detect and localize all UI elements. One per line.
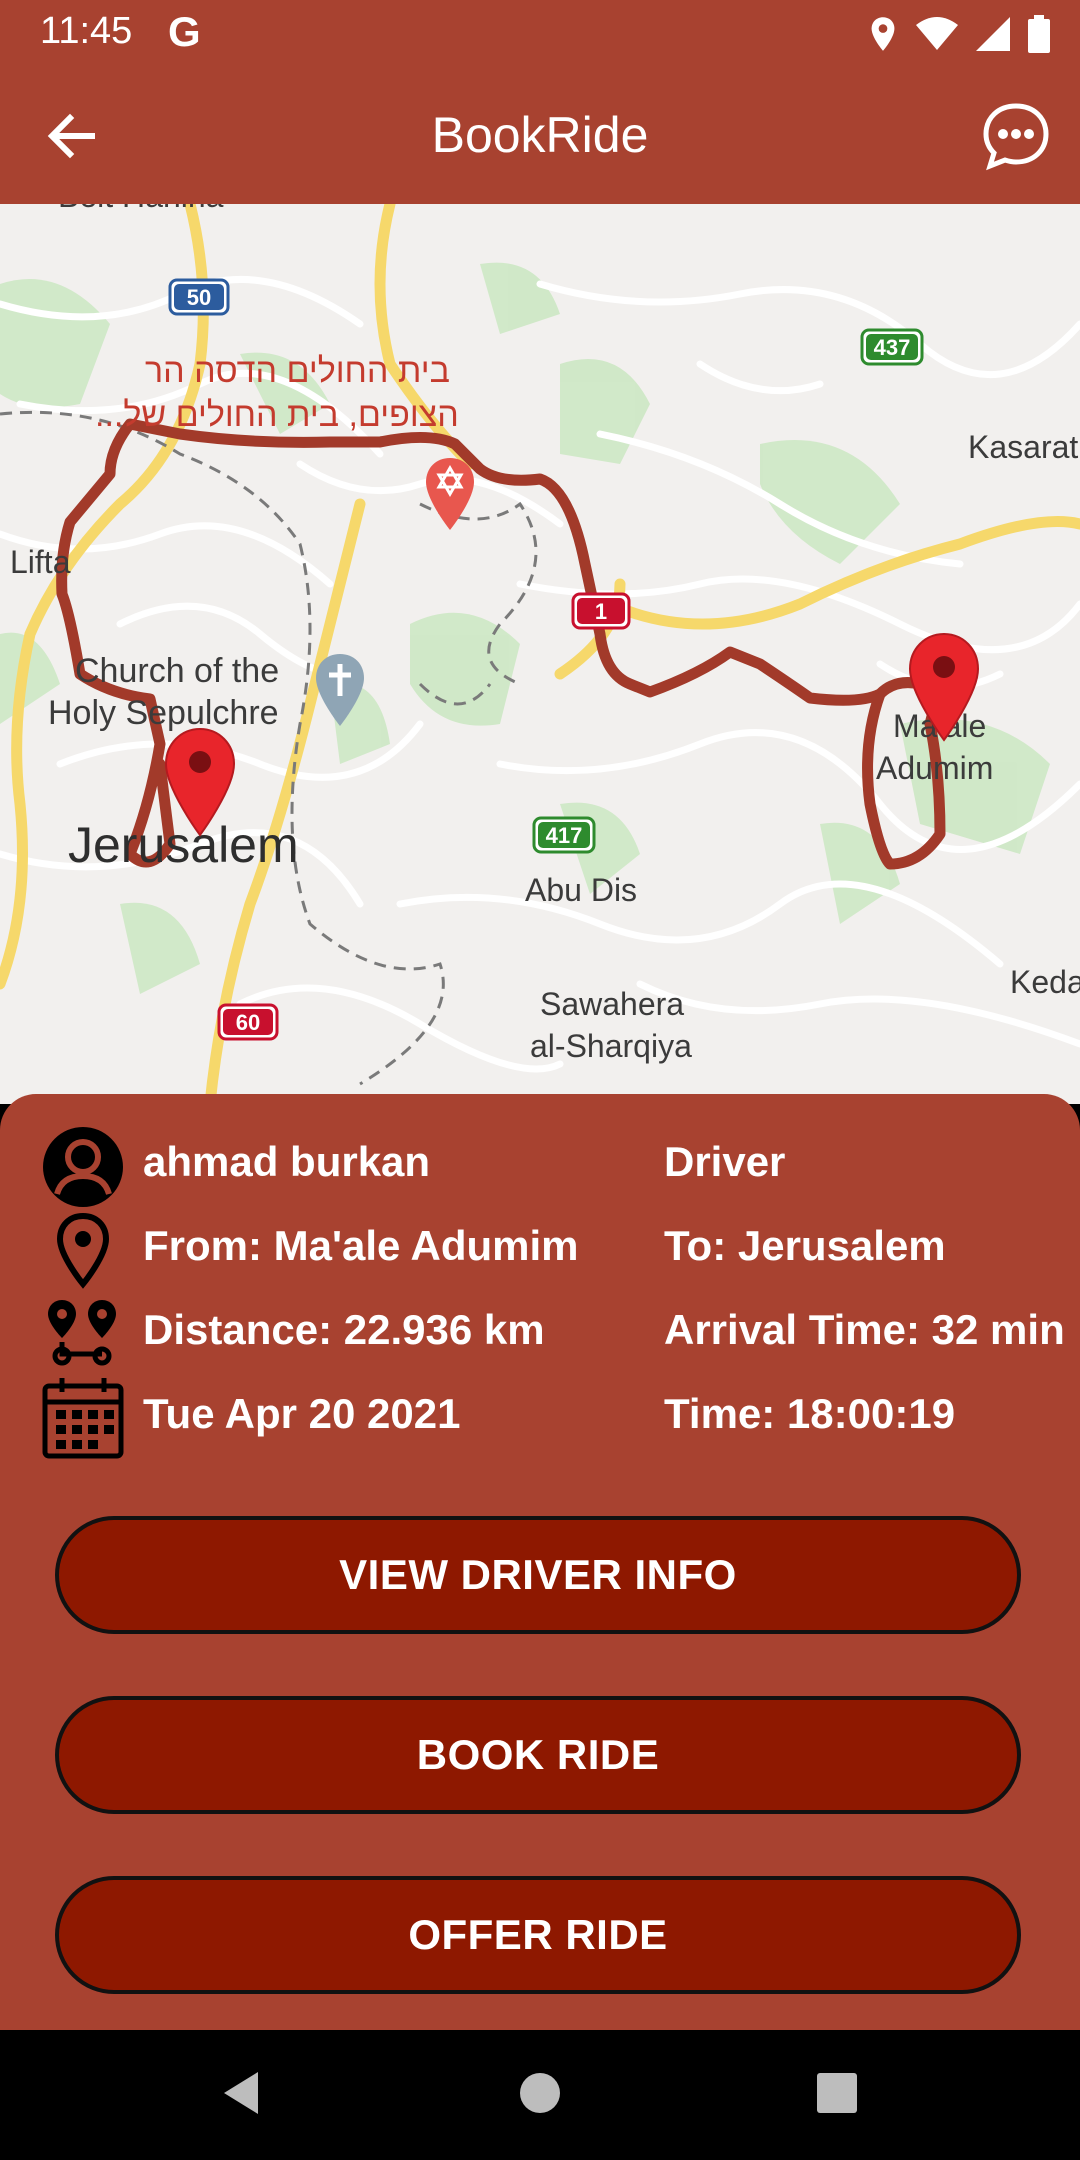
ride-info-panel: ahmad burkan Driver From: Ma'ale Adumim …: [0, 1094, 1080, 2030]
ride-date: Tue Apr 20 2021: [143, 1390, 461, 1437]
ride-time: Time: 18:00:19: [664, 1390, 956, 1437]
status-time: 11:45: [40, 10, 133, 52]
signal-icon: [976, 17, 1010, 51]
map-label-keda: Keda: [1010, 964, 1080, 1000]
hospital-poi-icon: [426, 458, 474, 530]
from-location: From: Ma'ale Adumim: [143, 1222, 579, 1269]
nav-recents-icon[interactable]: [812, 2068, 862, 2118]
calendar-icon: [42, 1378, 124, 1459]
map-label-hospital-line2: הצופים, בית החולים של...: [95, 396, 459, 434]
battery-icon: [1028, 15, 1050, 53]
system-nav-bar: [0, 2030, 1080, 2160]
route-distance-icon: [48, 1300, 116, 1366]
location-pin-icon: [56, 1212, 110, 1289]
chat-bubble-icon: [983, 103, 1049, 171]
nav-back-icon[interactable]: [216, 2068, 266, 2118]
driver-name: ahmad burkan: [143, 1138, 431, 1185]
route-shield-437: 437: [860, 328, 924, 366]
view-driver-info-button[interactable]: VIEW DRIVER INFO: [55, 1516, 1021, 1634]
user-role: Driver: [664, 1138, 786, 1185]
person-icon: [43, 1127, 123, 1207]
svg-text:437: 437: [874, 335, 911, 360]
wifi-icon: [916, 17, 958, 50]
location-icon: [871, 17, 895, 51]
map-label-lifta: Lifta: [10, 544, 71, 580]
map-label-sawahera-line1: Sawahera: [540, 986, 685, 1022]
route-shield-417: 417: [532, 816, 596, 854]
route-shield-50: 50: [168, 278, 230, 316]
info-row-route: From: Ma'ale Adumim To: Jerusalem: [0, 1208, 1080, 1289]
book-ride-button[interactable]: BOOK RIDE: [55, 1696, 1021, 1814]
status-icons: [868, 12, 1050, 56]
route-shield-1: 1: [571, 592, 631, 630]
map-label-church-line1: Church of the: [75, 652, 280, 690]
to-location: To: Jerusalem: [664, 1222, 946, 1269]
svg-text:417: 417: [546, 823, 583, 848]
svg-text:60: 60: [236, 1010, 260, 1035]
offer-ride-button[interactable]: OFFER RIDE: [55, 1876, 1021, 1994]
map-label-sawahera-line2: al-Sharqiya: [530, 1028, 692, 1064]
chat-button[interactable]: [980, 100, 1052, 172]
back-button[interactable]: [40, 104, 104, 168]
church-poi-icon: [316, 654, 364, 726]
google-icon: G: [168, 8, 201, 55]
status-bar: 11:45 G: [0, 0, 1080, 66]
map-label-hospital-line1: בית החולים הדסה הר: [145, 352, 450, 390]
info-row-distance: Distance: 22.936 km Arrival Time: 32 min: [0, 1292, 1080, 1372]
nav-home-icon[interactable]: [515, 2068, 565, 2118]
svg-text:50: 50: [187, 285, 211, 310]
map-label-kasarat: Kasarat: [968, 429, 1079, 465]
map-label-beit-hanina: Beit Hanina: [58, 204, 223, 215]
origin-marker-icon[interactable]: [907, 632, 981, 744]
arrival-time-value: Arrival Time: 32 min: [664, 1306, 1065, 1353]
map-view[interactable]: 50 437 1 417 60 Beit Hanina בית החולים ה…: [0, 204, 1080, 1104]
info-row-user: ahmad burkan Driver: [0, 1124, 1080, 1207]
map-label-abu-dis: Abu Dis: [525, 872, 638, 908]
map-label-maale-line2: Adumim: [876, 750, 994, 786]
route-shield-60: 60: [217, 1003, 279, 1041]
page-title: BookRide: [431, 107, 649, 163]
distance-value: Distance: 22.936 km: [143, 1306, 545, 1353]
app-bar: BookRide: [0, 66, 1080, 204]
arrow-left-icon: [47, 113, 95, 159]
svg-text:1: 1: [595, 599, 607, 624]
destination-marker-icon[interactable]: [163, 727, 237, 839]
info-row-date: Tue Apr 20 2021 Time: 18:00:19: [0, 1376, 1080, 1459]
